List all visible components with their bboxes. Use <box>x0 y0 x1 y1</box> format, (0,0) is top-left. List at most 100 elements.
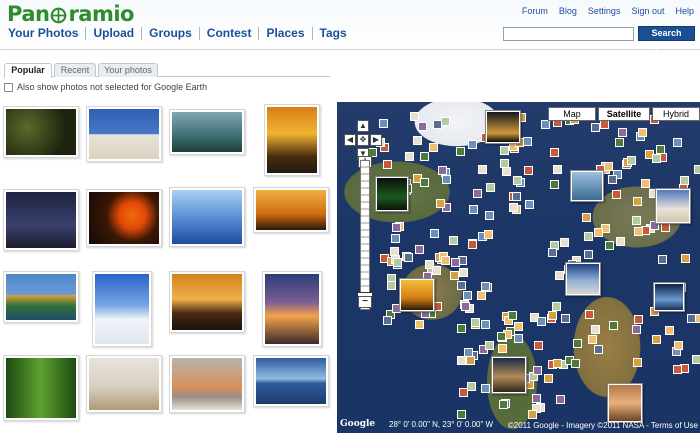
pan-up-icon[interactable]: ▲ <box>357 120 369 132</box>
map-photo-marker[interactable] <box>478 164 488 174</box>
map-photo-marker[interactable] <box>457 324 467 334</box>
panoramio-logo[interactable]: Pan ramio <box>7 2 134 26</box>
map-photo-marker[interactable] <box>543 373 553 383</box>
tab-popular[interactable]: Popular <box>4 63 52 78</box>
map-photo-marker[interactable] <box>508 310 518 320</box>
map-photo-thumbnail[interactable] <box>399 278 435 312</box>
map-photo-marker[interactable] <box>584 250 594 260</box>
map-photo-marker[interactable] <box>550 179 560 189</box>
map-photo-marker[interactable] <box>633 196 643 206</box>
map-photo-marker[interactable] <box>534 340 544 350</box>
map-photo-marker[interactable] <box>552 358 562 368</box>
map-photo-marker[interactable] <box>638 128 648 138</box>
zoom-slider[interactable] <box>360 160 370 310</box>
map-photo-marker[interactable] <box>415 319 425 329</box>
map-photo-marker[interactable] <box>559 238 569 248</box>
map-photo-marker[interactable] <box>498 344 508 354</box>
map-photo-thumbnail[interactable] <box>485 110 521 144</box>
map-photo-marker[interactable] <box>673 138 683 147</box>
map-photo-marker[interactable] <box>616 237 626 247</box>
map-photo-marker[interactable] <box>471 318 481 328</box>
zoom-out-button[interactable]: − <box>358 296 372 308</box>
map-photo-thumbnail[interactable] <box>655 188 691 224</box>
map-photo-marker[interactable] <box>634 227 644 237</box>
map-photo-marker[interactable] <box>686 313 696 323</box>
photo-thumbnail[interactable] <box>264 104 320 176</box>
map-photo-marker[interactable] <box>618 127 628 137</box>
map-photo-marker[interactable] <box>631 324 641 334</box>
map-photo-marker[interactable] <box>550 148 560 158</box>
map-photo-marker[interactable] <box>551 302 561 312</box>
nav-upload[interactable]: Upload <box>85 27 141 40</box>
map-photo-marker[interactable] <box>554 271 564 281</box>
hybrid-view-button[interactable]: Hybrid <box>652 107 700 121</box>
map-photo-marker[interactable] <box>532 393 542 403</box>
photo-thumbnail[interactable] <box>169 187 245 247</box>
map-photo-marker[interactable] <box>523 137 533 147</box>
map-photo-marker[interactable] <box>466 382 476 392</box>
pan-left-icon[interactable]: ◀ <box>344 134 356 146</box>
map-photo-marker[interactable] <box>524 165 534 175</box>
map-photo-marker[interactable] <box>414 245 424 255</box>
blog-link[interactable]: Blog <box>559 6 577 16</box>
nav-contest[interactable]: Contest <box>198 27 259 40</box>
map-photo-marker[interactable] <box>652 154 662 164</box>
map-photo-marker[interactable] <box>525 199 535 209</box>
map-photo-marker[interactable] <box>540 120 550 130</box>
pan-right-icon[interactable]: ▶ <box>370 134 382 146</box>
map-photo-marker[interactable] <box>527 409 537 419</box>
tab-your-photos[interactable]: Your photos <box>98 63 158 77</box>
map-photo-marker[interactable] <box>608 320 618 330</box>
map-photo-marker[interactable] <box>481 281 491 291</box>
map-photo-marker[interactable] <box>640 179 650 189</box>
map-photo-marker[interactable] <box>594 228 604 238</box>
map-photo-marker[interactable] <box>587 334 597 344</box>
map-photo-marker[interactable] <box>695 313 700 323</box>
search-place-button[interactable]: Search place <box>638 26 695 51</box>
map-photo-marker[interactable] <box>382 315 392 325</box>
map-photo-marker[interactable] <box>657 254 667 264</box>
map-photo-marker[interactable] <box>673 341 683 351</box>
map-photo-marker[interactable] <box>468 239 478 249</box>
map-photo-marker[interactable] <box>502 167 512 177</box>
map-photo-marker[interactable] <box>692 354 700 364</box>
map-photo-thumbnail[interactable] <box>653 282 685 312</box>
google-earth-filter[interactable]: Also show photos not selected for Google… <box>4 82 207 92</box>
photo-thumbnail[interactable] <box>3 355 79 421</box>
map-photo-marker[interactable] <box>440 256 450 265</box>
map-photo-marker[interactable] <box>393 258 403 268</box>
map-photo-marker[interactable] <box>466 356 476 366</box>
map-photo-marker[interactable] <box>428 143 438 153</box>
map-photo-marker[interactable] <box>553 165 563 175</box>
map-photo-marker[interactable] <box>485 182 495 192</box>
map-photo-marker[interactable] <box>508 202 518 212</box>
map-photo-marker[interactable] <box>420 152 430 162</box>
map-photo-marker[interactable] <box>456 280 466 290</box>
map-photo-marker[interactable] <box>694 165 700 175</box>
map-photo-marker[interactable] <box>547 311 557 321</box>
map-photo-thumbnail[interactable] <box>565 262 601 296</box>
map-photo-thumbnail[interactable] <box>607 383 643 423</box>
map-photo-marker[interactable] <box>391 223 401 233</box>
map-photo-marker[interactable] <box>483 230 493 240</box>
nav-places[interactable]: Places <box>258 27 311 40</box>
map-photo-marker[interactable] <box>496 331 506 341</box>
filter-checkbox[interactable] <box>4 82 13 92</box>
photo-thumbnail[interactable] <box>3 106 79 158</box>
photo-thumbnail[interactable] <box>86 189 162 247</box>
map-photo-marker[interactable] <box>441 117 451 127</box>
map-photo-marker[interactable] <box>570 359 580 369</box>
map-photo-thumbnail[interactable] <box>570 170 604 202</box>
map-photo-marker[interactable] <box>652 334 662 344</box>
map-photo-marker[interactable] <box>513 334 523 344</box>
map-photo-marker[interactable] <box>467 140 477 150</box>
map-photo-marker[interactable] <box>583 231 593 241</box>
pan-center-icon[interactable]: ✥ <box>357 134 369 146</box>
map-photo-marker[interactable] <box>449 271 459 281</box>
map-photo-marker[interactable] <box>463 348 473 358</box>
tab-recent[interactable]: Recent <box>54 63 96 77</box>
map-photo-marker[interactable] <box>612 190 622 200</box>
map-photo-marker[interactable] <box>660 222 670 232</box>
photo-thumbnail[interactable] <box>253 355 329 407</box>
map-photo-marker[interactable] <box>383 159 393 169</box>
